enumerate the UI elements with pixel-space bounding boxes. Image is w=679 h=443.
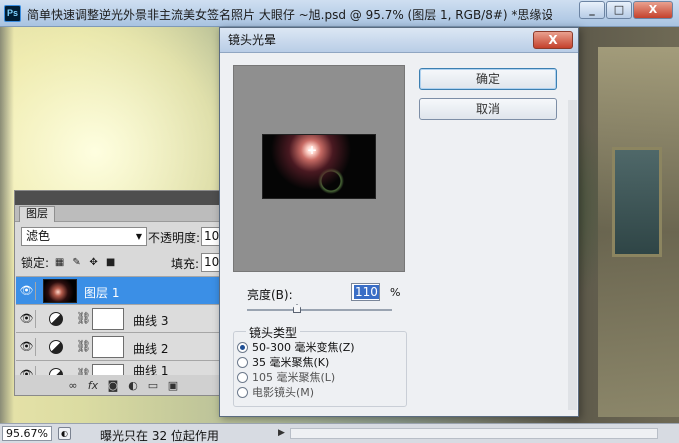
photoshop-logo-icon: Ps bbox=[4, 5, 21, 22]
brightness-slider-track[interactable] bbox=[247, 309, 392, 311]
layer-row-curves1[interactable]: 👁 ⛓ 曲线 1 bbox=[16, 360, 220, 376]
layer-name: 曲线 2 bbox=[133, 342, 169, 356]
lens-option-label: 35 毫米聚焦(K) bbox=[252, 356, 330, 369]
layer-row-curves3[interactable]: 👁 ⛓ 曲线 3 bbox=[16, 304, 220, 332]
blend-mode-select[interactable]: 滤色 ▼ bbox=[21, 227, 147, 246]
radio-button[interactable] bbox=[237, 356, 248, 368]
eye-icon[interactable]: 👁 bbox=[18, 338, 36, 356]
horizontal-scrollbar[interactable] bbox=[290, 428, 658, 439]
radio-button[interactable] bbox=[237, 371, 248, 383]
layers-panel: 图层 滤色 ▼ 不透明度: 100% 锁定: ▦ ✎ ✥ ■ 填充: 100% … bbox=[14, 190, 221, 396]
lens-flare-dialog: 镜头光晕 X + 确定 取消 亮度(B): 110 % 镜头类型 50-300 … bbox=[219, 27, 579, 417]
layer-thumbnail bbox=[43, 279, 77, 303]
new-layer-icon[interactable]: ▣ bbox=[163, 379, 183, 392]
lock-label: 锁定: bbox=[21, 256, 50, 270]
lock-paint-icon[interactable]: ✎ bbox=[70, 256, 83, 269]
layer-name: 曲线 3 bbox=[133, 314, 169, 328]
window-controls: _ □ X bbox=[578, 1, 673, 19]
close-button[interactable]: X bbox=[633, 1, 673, 19]
status-message: 曝光只在 32 位起作用 bbox=[100, 429, 219, 443]
brightness-value: 110 bbox=[354, 285, 379, 299]
layer-mask-thumbnail[interactable] bbox=[92, 336, 124, 358]
dialog-title: 镜头光晕 bbox=[228, 33, 277, 47]
scrollbar[interactable] bbox=[568, 100, 577, 410]
lens-option-movie[interactable]: 电影镜头(M) bbox=[237, 385, 314, 399]
cancel-button[interactable]: 取消 bbox=[419, 98, 557, 120]
lock-move-icon[interactable]: ✥ bbox=[87, 256, 100, 269]
brightness-slider-thumb[interactable] bbox=[293, 304, 301, 313]
layer-name: 曲线 1 bbox=[133, 364, 169, 376]
radio-button[interactable] bbox=[237, 341, 248, 353]
radio-button[interactable] bbox=[237, 386, 248, 398]
photo-window bbox=[612, 147, 662, 257]
link-layers-icon[interactable]: ∞ bbox=[63, 379, 83, 392]
lens-option-zoom[interactable]: 50-300 毫米变焦(Z) bbox=[237, 340, 355, 354]
dialog-titlebar[interactable]: 镜头光晕 X bbox=[220, 28, 578, 53]
link-icon: ⛓ bbox=[76, 339, 92, 353]
ok-button[interactable]: 确定 bbox=[419, 68, 557, 90]
brightness-input[interactable]: 110 bbox=[351, 283, 380, 301]
lock-transparency-icon[interactable]: ▦ bbox=[53, 256, 66, 269]
crosshair-icon[interactable]: + bbox=[307, 143, 317, 157]
zoom-field[interactable]: 95.67% bbox=[2, 426, 52, 441]
opacity-label: 不透明度: bbox=[148, 231, 201, 245]
eye-icon[interactable]: 👁 bbox=[18, 282, 36, 300]
minimize-button[interactable]: _ bbox=[579, 1, 605, 19]
panel-header[interactable] bbox=[15, 191, 219, 205]
maximize-button[interactable]: □ bbox=[606, 1, 632, 19]
window-titlebar: Ps 简单快速调整逆光外景非主流美女签名照片 大眼仔 ~旭.psd @ 95.7… bbox=[0, 0, 679, 27]
layer-row-curves2[interactable]: 👁 ⛓ 曲线 2 bbox=[16, 332, 220, 360]
status-bar: 95.67% ◐ 曝光只在 32 位起作用 ▶ bbox=[0, 423, 679, 443]
lens-option-35mm[interactable]: 35 毫米聚焦(K) bbox=[237, 355, 329, 369]
fill-input[interactable]: 100% bbox=[201, 253, 221, 272]
layer-mask-thumbnail[interactable] bbox=[92, 308, 124, 330]
percent-label: % bbox=[390, 286, 401, 299]
preview-area: + bbox=[233, 65, 405, 272]
adjustment-icon[interactable]: ◐ bbox=[123, 379, 143, 392]
lock-all-icon[interactable]: ■ bbox=[104, 256, 117, 269]
layer-style-icon[interactable]: fx bbox=[83, 379, 103, 392]
eye-icon[interactable]: 👁 bbox=[18, 310, 36, 328]
opacity-input[interactable]: 100% bbox=[201, 227, 221, 246]
adjustment-layer-icon bbox=[49, 312, 63, 326]
adjustment-layer-icon bbox=[49, 340, 63, 354]
lock-row: 锁定: ▦ ✎ ✥ ■ bbox=[21, 254, 117, 271]
brightness-label: 亮度(B): bbox=[247, 288, 293, 302]
layer-row-layer1[interactable]: 👁 图层 1 bbox=[16, 276, 220, 304]
new-group-icon[interactable]: ▭ bbox=[143, 379, 163, 392]
layer-name: 图层 1 bbox=[84, 286, 120, 300]
lens-option-label: 电影镜头(M) bbox=[252, 386, 315, 399]
fill-label: 填充: bbox=[171, 257, 200, 271]
panel-tabbar: 图层 bbox=[15, 205, 219, 222]
flare-preview[interactable]: + bbox=[262, 134, 376, 199]
lens-option-label: 105 毫米聚焦(L) bbox=[252, 371, 336, 384]
link-icon: ⛓ bbox=[76, 311, 92, 325]
lens-option-label: 50-300 毫米变焦(Z) bbox=[252, 341, 355, 354]
chevron-down-icon: ▼ bbox=[135, 232, 142, 241]
canvas-edge bbox=[0, 27, 14, 423]
dialog-close-button[interactable]: X bbox=[533, 31, 573, 49]
status-menu-arrow-icon[interactable]: ▶ bbox=[278, 428, 285, 438]
document-info-icon[interactable]: ◐ bbox=[58, 427, 71, 440]
layers-footer: ∞ fx ◙ ◐ ▭ ▣ bbox=[15, 375, 219, 395]
blend-mode-value: 滤色 bbox=[26, 229, 51, 243]
lens-option-105mm[interactable]: 105 毫米聚焦(L) bbox=[237, 370, 335, 384]
add-mask-icon[interactable]: ◙ bbox=[103, 379, 123, 392]
tab-layers[interactable]: 图层 bbox=[19, 206, 55, 222]
window-title: 简单快速调整逆光外景非主流美女签名照片 大眼仔 ~旭.psd @ 95.7% (… bbox=[27, 8, 552, 22]
